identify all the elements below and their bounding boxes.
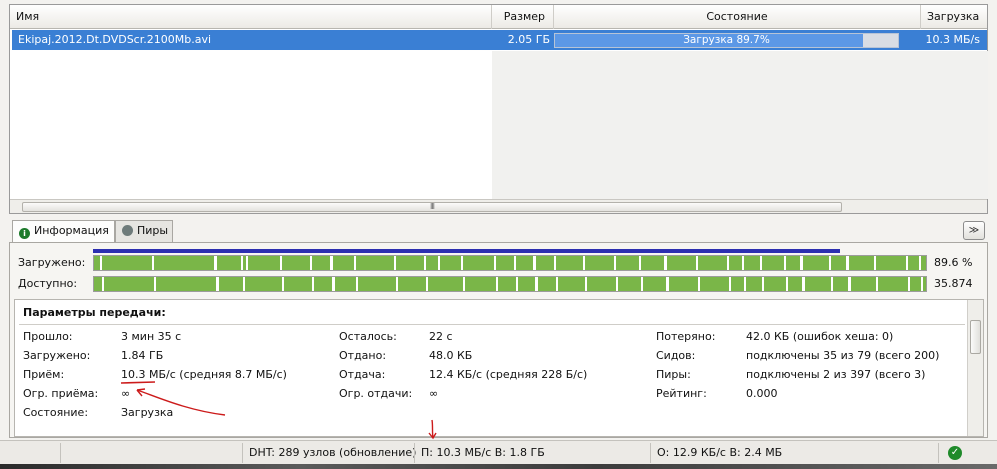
tab-info[interactable]: i Информация [12, 220, 115, 243]
receive-label: Приём: [23, 368, 65, 381]
collapse-panel-button[interactable]: ≫ [963, 221, 985, 240]
receive-value: 10.3 МБ/с (средняя 8.7 МБ/с) [121, 368, 287, 381]
seeds-label: Сидов: [656, 349, 696, 362]
upload-limit-label: Огр. отдачи: [339, 387, 413, 400]
downloaded-total-value: 1.84 ГБ [121, 349, 164, 362]
status-connection[interactable]: ✓ [938, 443, 978, 463]
upload-speed-label: Отдача: [339, 368, 386, 381]
status-upload[interactable]: О: 12.9 КБ/с В: 2.4 МБ [650, 443, 938, 463]
info-panel: Загружено: 89.6 % Доступно: 35.874 Парам… [9, 242, 988, 438]
peers-value: подключены 2 из 397 (всего 3) [746, 368, 926, 381]
column-header-name[interactable]: Имя [10, 5, 492, 29]
torrent-download-speed: 10.3 МБ/s [925, 33, 980, 46]
available-label: Доступно: [18, 277, 78, 290]
wasted-value: 42.0 КБ (ошибок хеша: 0) [746, 330, 894, 343]
downloaded-percent: 89.6 % [934, 256, 973, 269]
params-vertical-scrollbar[interactable] [967, 300, 983, 436]
torrent-list[interactable]: Имя Размер Состояние Загрузка Ekipaj.201… [9, 4, 988, 214]
state-label: Состояние: [23, 406, 89, 419]
desktop-edge [0, 464, 997, 469]
available-pieces-bar [93, 276, 927, 292]
peers-icon [122, 225, 133, 236]
list-empty-area [492, 51, 988, 199]
scrollbar-thumb[interactable]: III [22, 202, 842, 212]
remaining-value: 22 с [429, 330, 453, 343]
params-scrollbar-thumb[interactable] [970, 320, 981, 354]
column-header-size[interactable]: Размер [492, 5, 554, 29]
tab-peers[interactable]: Пиры [115, 220, 173, 242]
torrent-progress-bar: Загрузка 89.7% [554, 33, 899, 48]
uploaded-value: 48.0 КБ [429, 349, 473, 362]
peers-label: Пиры: [656, 368, 691, 381]
seeds-value: подключены 35 из 79 (всего 200) [746, 349, 940, 362]
wasted-label: Потеряно: [656, 330, 716, 343]
column-header-download[interactable]: Загрузка [921, 5, 989, 29]
params-title: Параметры передачи: [23, 306, 166, 319]
available-value: 35.874 [934, 277, 973, 290]
elapsed-value: 3 мин 35 с [121, 330, 182, 343]
torrent-name: Ekipaj.2012.Dt.DVDScr.2100Mb.avi [18, 33, 212, 46]
connection-ok-icon: ✓ [948, 446, 962, 460]
torrent-row[interactable]: Ekipaj.2012.Dt.DVDScr.2100Mb.avi 2.05 ГБ… [12, 30, 987, 50]
receive-limit-label: Огр. приёма: [23, 387, 99, 400]
scroll-grip-icon: III [429, 202, 435, 211]
status-download[interactable]: П: 10.3 МБ/с В: 1.8 ГБ [414, 443, 650, 463]
remaining-label: Осталось: [339, 330, 397, 343]
torrent-size: 2.05 ГБ [507, 33, 550, 46]
downloaded-pieces-bar [93, 255, 927, 271]
transfer-params: Параметры передачи: Прошло: 3 мин 35 с З… [14, 299, 984, 437]
receive-limit-value: ∞ [121, 387, 131, 400]
status-empty [60, 443, 242, 463]
ratio-label: Рейтинг: [656, 387, 707, 400]
status-bar: DHT: 289 узлов (обновление) П: 10.3 МБ/с… [0, 440, 997, 464]
torrent-state-label: Загрузка 89.7% [683, 34, 770, 46]
status-dht: DHT: 289 узлов (обновление) [242, 443, 416, 463]
tab-peers-label: Пиры [137, 224, 169, 237]
column-header-state[interactable]: Состояние [554, 5, 921, 29]
downloaded-label: Загружено: [18, 256, 86, 269]
ratio-value: 0.000 [746, 387, 778, 400]
list-header: Имя Размер Состояние Загрузка [10, 5, 987, 29]
tab-info-label: Информация [34, 224, 109, 237]
info-icon: i [19, 228, 30, 239]
elapsed-label: Прошло: [23, 330, 73, 343]
params-divider [19, 324, 965, 325]
downloaded-progress-line [93, 249, 841, 253]
upload-speed-value: 12.4 КБ/с (средняя 228 Б/с) [429, 368, 588, 381]
uploaded-label: Отдано: [339, 349, 387, 362]
horizontal-scrollbar[interactable]: III [10, 199, 987, 213]
upload-limit-value: ∞ [429, 387, 439, 400]
downloaded-total-label: Загружено: [23, 349, 91, 362]
state-value: Загрузка [121, 406, 174, 419]
